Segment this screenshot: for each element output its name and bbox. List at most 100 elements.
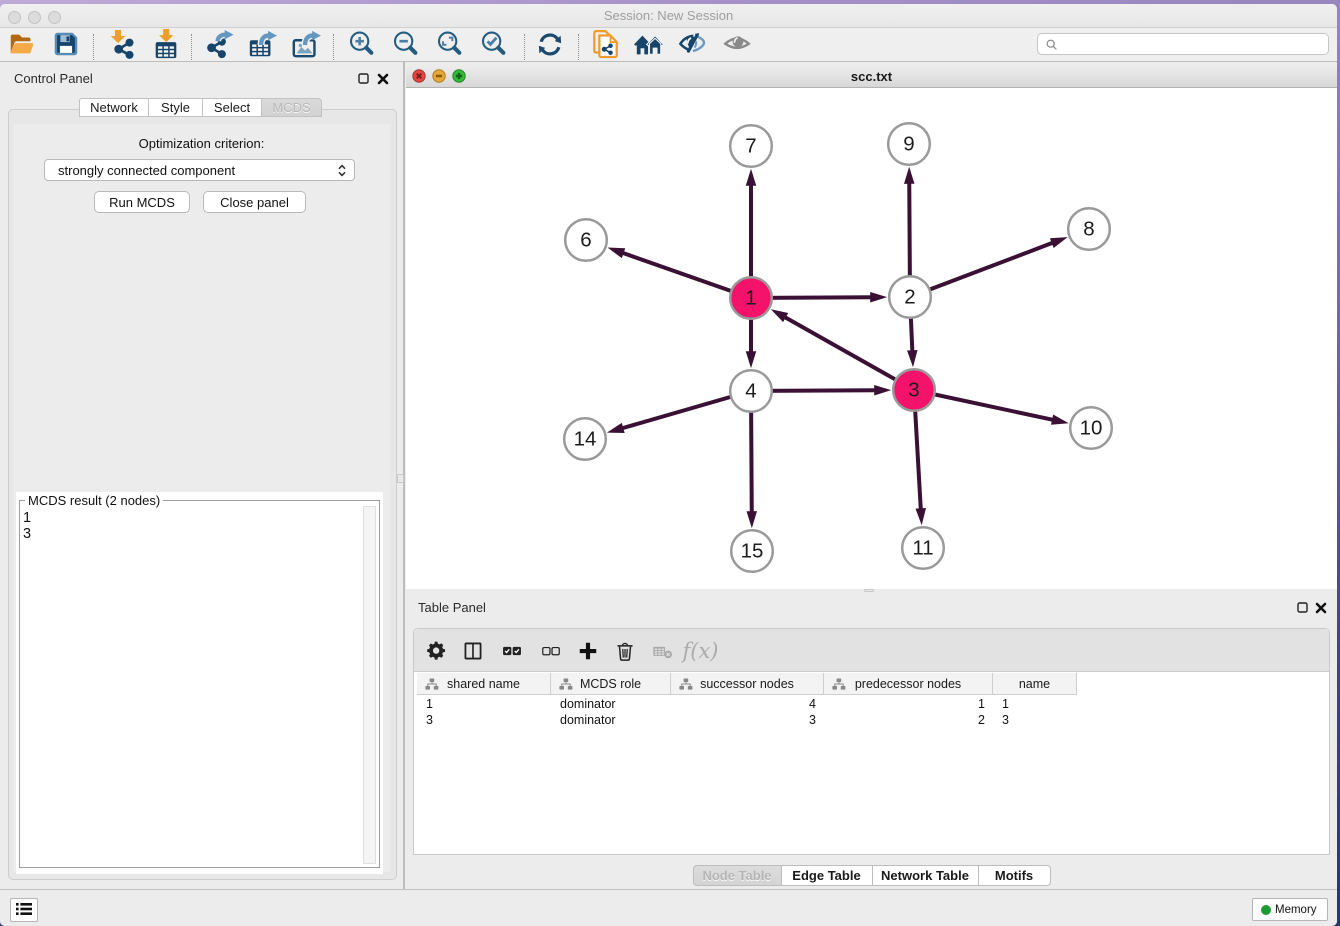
table-tab-node-table[interactable]: Node Table — [693, 865, 782, 886]
criterion-select[interactable]: strongly connected component — [44, 159, 355, 181]
network-window: scc.txt 1234678910111415 — [406, 65, 1337, 589]
table-tab-edge-table[interactable]: Edge Table — [782, 865, 873, 886]
delete-table-button[interactable] — [648, 636, 678, 666]
table-tab-network-table[interactable]: Network Table — [873, 865, 979, 886]
cell-r0-c4[interactable]: 1 — [1002, 697, 1077, 713]
export-table-button[interactable] — [246, 29, 278, 59]
search-box[interactable] — [1037, 33, 1329, 55]
memory-status-dot — [1261, 905, 1271, 915]
edge-arrow-1-4 — [746, 351, 757, 368]
edge-arrow-1-2 — [870, 292, 887, 302]
column-header-name[interactable]: name — [993, 673, 1077, 695]
table-panel-float-button[interactable] — [1296, 601, 1310, 615]
table-container: shared nameMCDS rolesuccessor nodesprede… — [413, 628, 1330, 855]
mcds-panel: Optimization criterion: strongly connect… — [13, 124, 390, 872]
cell-r0-c0[interactable]: 1 — [426, 697, 551, 713]
control-tab-select[interactable]: Select — [203, 98, 262, 117]
column-label: successor nodes — [671, 677, 823, 691]
node-label-1: 1 — [745, 287, 756, 310]
toolbar-separator — [93, 34, 94, 60]
export-network-button[interactable] — [204, 29, 236, 59]
home-button[interactable] — [633, 29, 665, 59]
cell-r1-c4[interactable]: 3 — [1002, 713, 1077, 729]
chevrons-icon — [338, 164, 346, 177]
column-header-predecessor-nodes[interactable]: predecessor nodes — [824, 673, 993, 695]
column-label: MCDS role — [551, 677, 670, 691]
zoom-fit-button[interactable] — [434, 29, 466, 59]
column-header-MCDS-role[interactable]: MCDS role — [551, 673, 671, 695]
toolbar-separator — [524, 34, 525, 60]
show-all-button[interactable] — [721, 29, 753, 59]
save-session-icon — [51, 29, 81, 59]
horizontal-splitter-grip[interactable] — [864, 589, 874, 592]
cell-r0-c2[interactable]: 4 — [671, 697, 816, 713]
select-all-button[interactable] — [495, 636, 529, 666]
import-network-icon — [107, 29, 137, 59]
toolbar-separator — [333, 34, 334, 60]
table-tab-motifs[interactable]: Motifs — [979, 865, 1051, 886]
table-panel-close-button[interactable] — [1314, 601, 1328, 615]
node-label-4: 4 — [745, 380, 756, 403]
import-network-button[interactable] — [106, 29, 138, 59]
edge-arrow-4-14 — [607, 423, 625, 433]
zoom-selected-button[interactable] — [478, 29, 510, 59]
deselect-all-button[interactable] — [534, 636, 568, 666]
edge-arrow-1-7 — [746, 169, 757, 186]
control-tab-mcds[interactable]: MCDS — [262, 98, 322, 117]
save-session-button[interactable] — [50, 29, 82, 59]
cell-r1-c0[interactable]: 3 — [426, 713, 551, 729]
add-column-icon — [577, 637, 599, 665]
refresh-button[interactable] — [534, 29, 566, 59]
gear-button[interactable] — [421, 636, 451, 666]
export-image-button[interactable] — [290, 29, 322, 59]
function-builder-button[interactable] — [678, 636, 722, 666]
zoom-in-button[interactable] — [346, 29, 378, 59]
control-tab-network[interactable]: Network — [79, 98, 149, 117]
control-panel-close-button[interactable] — [376, 72, 390, 86]
cell-r0-c3[interactable]: 1 — [824, 697, 985, 713]
column-label: predecessor nodes — [824, 677, 992, 691]
table-panel-title: Table Panel — [418, 600, 486, 615]
search-icon — [1045, 38, 1059, 52]
export-image-icon — [291, 29, 321, 59]
column-header-successor-nodes[interactable]: successor nodes — [671, 673, 824, 695]
edge-2-8[interactable] — [910, 242, 1054, 297]
control-tab-style[interactable]: Style — [149, 98, 203, 117]
add-column-button[interactable] — [573, 636, 603, 666]
cell-r1-c2[interactable]: 3 — [671, 713, 816, 729]
show-all-icon — [722, 29, 752, 59]
zoom-fit-icon — [435, 29, 465, 59]
open-session-icon — [7, 29, 37, 59]
zoom-out-button[interactable] — [390, 29, 422, 59]
delete-column-button[interactable] — [610, 636, 640, 666]
cell-r1-c3[interactable]: 2 — [824, 713, 985, 729]
export-table-icon — [247, 29, 277, 59]
mcds-result-legend: MCDS result (2 nodes) — [25, 493, 163, 508]
memory-button[interactable]: Memory — [1252, 898, 1328, 921]
close-panel-button[interactable]: Close panel — [203, 191, 306, 213]
import-table-button[interactable] — [150, 29, 182, 59]
edge-arrow-3-10 — [1051, 415, 1069, 425]
vertical-splitter-grip[interactable] — [397, 474, 404, 483]
open-session-button[interactable] — [6, 29, 38, 59]
edge-3-1[interactable] — [784, 317, 914, 390]
edge-arrow-3-1 — [771, 309, 788, 322]
search-input[interactable] — [1064, 35, 1322, 53]
cell-r0-c1[interactable]: dominator — [560, 697, 671, 713]
edge-arrow-3-11 — [915, 508, 925, 525]
mcds-result-text[interactable]: 13 — [23, 510, 362, 864]
column-header-shared-name[interactable]: shared name — [417, 673, 551, 695]
criterion-value: strongly connected component — [58, 163, 235, 178]
network-canvas[interactable]: 1234678910111415 — [407, 88, 1337, 589]
task-history-button[interactable] — [10, 898, 38, 922]
select-all-icon — [501, 637, 523, 665]
table-panel: Table Panel shared nameMCDS rolesuccesso… — [406, 594, 1337, 889]
split-view-button[interactable] — [458, 636, 488, 666]
control-panel-float-button[interactable] — [357, 72, 371, 86]
run-mcds-button[interactable]: Run MCDS — [94, 191, 190, 213]
mcds-result-scrollbar[interactable] — [363, 506, 376, 864]
hide-selected-button[interactable] — [676, 29, 708, 59]
network-from-selection-button[interactable] — [589, 29, 621, 59]
cell-r1-c1[interactable]: dominator — [560, 713, 671, 729]
window-title: Session: New Session — [0, 8, 1337, 23]
